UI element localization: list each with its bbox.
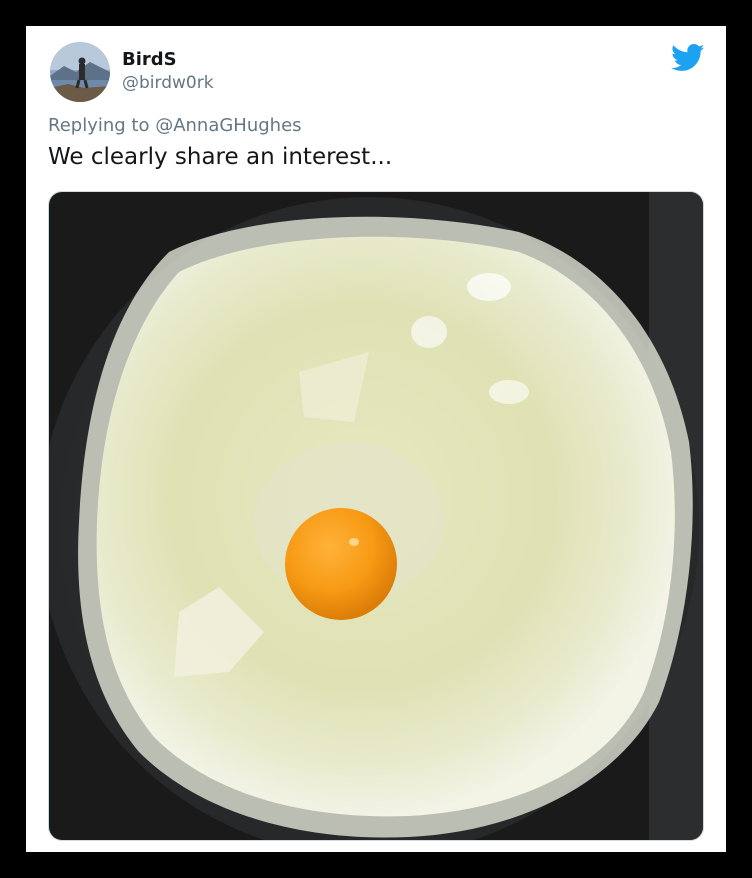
user-handle[interactable]: @birdw0rk [122, 73, 214, 93]
fried-egg-photo [49, 192, 703, 840]
tweet-card: BirdS @birdw0rk Replying to @AnnaGHughes… [26, 26, 726, 852]
avatar[interactable] [50, 42, 110, 102]
display-name[interactable]: BirdS [122, 49, 177, 70]
avatar-image [50, 42, 110, 102]
tweet-text: We clearly share an interest... [48, 144, 393, 170]
twitter-bird-icon[interactable] [671, 44, 705, 72]
reply-prefix: Replying to [48, 115, 156, 136]
tweet-photo[interactable] [48, 191, 704, 841]
reply-to-handle[interactable]: @AnnaGHughes [155, 115, 301, 136]
reply-context: Replying to @AnnaGHughes [48, 115, 302, 136]
